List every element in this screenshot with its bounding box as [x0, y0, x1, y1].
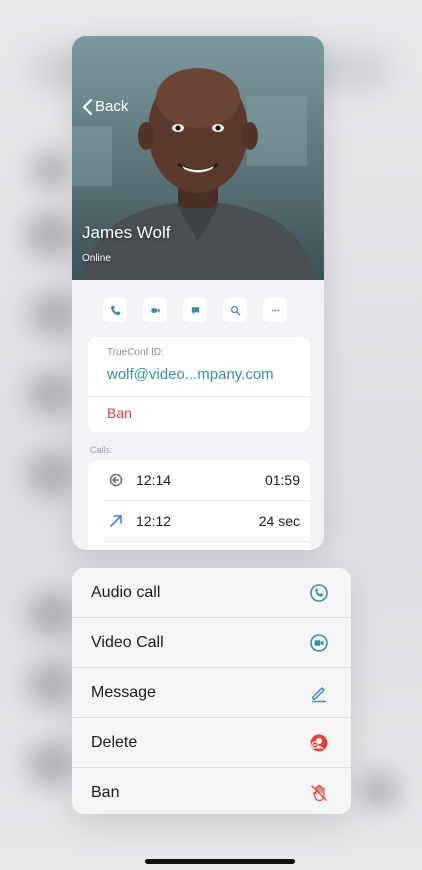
- search-icon: [230, 305, 240, 315]
- person-portrait: [72, 36, 324, 280]
- ban-link[interactable]: Ban: [107, 405, 132, 421]
- trueconf-id-label: TrueConf ID:: [107, 347, 164, 358]
- outgoing-call-arrow-icon: [110, 515, 122, 527]
- search-button[interactable]: [223, 298, 247, 322]
- call-duration: 01:59: [264, 472, 300, 488]
- menu-item-video-call[interactable]: Video Call: [72, 618, 351, 667]
- call-time: 12:12: [136, 513, 172, 529]
- chevron-left-icon: [82, 98, 93, 115]
- video-camera-icon: [150, 307, 160, 313]
- call-row[interactable]: 12:12 24 sec: [88, 501, 310, 541]
- menu-item-label: Delete: [91, 733, 138, 751]
- more-dots-icon: [271, 309, 279, 311]
- call-duration: 24 sec: [258, 513, 300, 529]
- menu-item-message[interactable]: Message: [72, 668, 351, 717]
- contact-photo: Back James Wolf Online: [72, 36, 324, 280]
- divider: [88, 396, 310, 397]
- menu-item-label: Ban: [91, 783, 120, 801]
- pencil-icon: [312, 686, 326, 702]
- audio-call-button[interactable]: [103, 298, 127, 322]
- phone-icon: [110, 305, 120, 315]
- call-time: 12:14: [136, 472, 172, 488]
- video-call-button[interactable]: [143, 298, 167, 322]
- contact-status: Online: [82, 253, 111, 264]
- block-hand-icon: [311, 784, 327, 801]
- back-label: Back: [95, 98, 129, 115]
- menu-item-ban[interactable]: Ban: [72, 768, 351, 814]
- menu-item-delete[interactable]: Delete: [72, 718, 351, 767]
- contact-name: James Wolf: [82, 223, 171, 242]
- trueconf-id-value[interactable]: wolf@video...mpany.com: [107, 366, 274, 383]
- calls-section-label: Calls:: [90, 445, 113, 455]
- menu-item-label: Video Call: [91, 633, 164, 651]
- back-button[interactable]: Back: [82, 98, 128, 115]
- contact-card: Back James Wolf Online TrueConf ID: wolf…: [72, 36, 324, 550]
- call-row[interactable]: 12:14 01:59: [88, 460, 310, 500]
- message-button[interactable]: [183, 298, 207, 322]
- home-indicator[interactable]: [145, 859, 295, 864]
- video-camera-icon: [310, 633, 328, 652]
- menu-item-label: Audio call: [91, 583, 161, 601]
- menu-item-audio-call[interactable]: Audio call: [72, 568, 351, 617]
- chat-bubble-icon: [191, 306, 199, 314]
- calls-list: 12:14 01:59 12:12 24 sec: [88, 460, 310, 550]
- menu-item-label: Message: [91, 683, 156, 701]
- quick-actions: [103, 298, 287, 322]
- missed-call-icon: [109, 473, 123, 487]
- context-menu: Audio call Video Call Message Delete Ban: [72, 568, 351, 814]
- more-button[interactable]: [263, 298, 287, 322]
- contact-info-box: TrueConf ID: wolf@video...mpany.com Ban: [88, 337, 310, 432]
- remove-user-icon: [310, 734, 328, 751]
- phone-icon: [310, 583, 328, 602]
- divider: [104, 541, 310, 542]
